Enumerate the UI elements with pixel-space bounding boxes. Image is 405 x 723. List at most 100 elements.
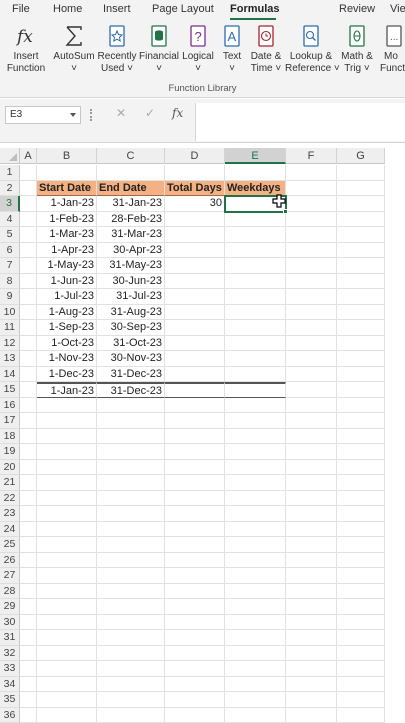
cell-a25[interactable] <box>20 537 37 553</box>
cell-c27[interactable] <box>97 568 165 584</box>
cell-f16[interactable] <box>286 398 337 414</box>
cell-f32[interactable] <box>286 646 337 662</box>
cell-e28[interactable] <box>225 584 286 600</box>
text-button[interactable]: A Text ˅ <box>217 24 247 75</box>
row-header-19[interactable]: 19 <box>0 444 20 460</box>
cell-e27[interactable] <box>225 568 286 584</box>
tab-home[interactable]: Home <box>53 3 82 15</box>
cell-d19[interactable] <box>165 444 225 460</box>
cell-f23[interactable] <box>286 506 337 522</box>
math-trig-button[interactable]: Math & Trig ˅ <box>338 24 376 75</box>
cell-e32[interactable] <box>225 646 286 662</box>
cell-e1[interactable] <box>225 165 286 181</box>
cell-c4[interactable]: 28-Feb-23 <box>97 212 165 228</box>
cell-c22[interactable] <box>97 491 165 507</box>
more-functions-button[interactable]: ... Mo Functio <box>378 24 405 75</box>
row-header-3[interactable]: 3 <box>0 196 20 212</box>
cell-a33[interactable] <box>20 661 37 677</box>
cell-f11[interactable] <box>286 320 337 336</box>
cell-b11[interactable]: 1-Sep-23 <box>37 320 97 336</box>
column-header-c[interactable]: C <box>97 148 165 164</box>
cell-g28[interactable] <box>337 584 385 600</box>
cell-d6[interactable] <box>165 243 225 259</box>
column-header-b[interactable]: B <box>37 148 97 164</box>
cell-c33[interactable] <box>97 661 165 677</box>
cell-d25[interactable] <box>165 537 225 553</box>
cell-f6[interactable] <box>286 243 337 259</box>
row-header-36[interactable]: 36 <box>0 708 20 723</box>
cell-b34[interactable] <box>37 677 97 693</box>
row-header-7[interactable]: 7 <box>0 258 20 274</box>
insert-function-icon[interactable]: fx <box>172 106 183 120</box>
cell-b1[interactable] <box>37 165 97 181</box>
cell-d26[interactable] <box>165 553 225 569</box>
cell-d7[interactable] <box>165 258 225 274</box>
cell-f1[interactable] <box>286 165 337 181</box>
cell-g7[interactable] <box>337 258 385 274</box>
cell-f5[interactable] <box>286 227 337 243</box>
cell-f34[interactable] <box>286 677 337 693</box>
cell-b5[interactable]: 1-Mar-23 <box>37 227 97 243</box>
cell-c3[interactable]: 31-Jan-23 <box>97 196 165 212</box>
row-header-24[interactable]: 24 <box>0 522 20 538</box>
tab-page-layout[interactable]: Page Layout <box>152 3 214 15</box>
cell-b15[interactable]: 1-Jan-23 <box>37 382 97 398</box>
cell-c35[interactable] <box>97 692 165 708</box>
cell-b6[interactable]: 1-Apr-23 <box>37 243 97 259</box>
cell-g12[interactable] <box>337 336 385 352</box>
cell-e4[interactable] <box>225 212 286 228</box>
cell-a8[interactable] <box>20 274 37 290</box>
cell-f20[interactable] <box>286 460 337 476</box>
cell-f26[interactable] <box>286 553 337 569</box>
cell-b27[interactable] <box>37 568 97 584</box>
cell-a12[interactable] <box>20 336 37 352</box>
cell-g35[interactable] <box>337 692 385 708</box>
autosum-button[interactable]: AutoSum ˅ <box>52 24 96 75</box>
cell-f7[interactable] <box>286 258 337 274</box>
row-header-18[interactable]: 18 <box>0 429 20 445</box>
cell-c36[interactable] <box>97 708 165 723</box>
row-header-33[interactable]: 33 <box>0 661 20 677</box>
cell-f14[interactable] <box>286 367 337 383</box>
cell-d5[interactable] <box>165 227 225 243</box>
cell-f30[interactable] <box>286 615 337 631</box>
cell-f2[interactable] <box>286 181 337 197</box>
cell-d34[interactable] <box>165 677 225 693</box>
cell-c19[interactable] <box>97 444 165 460</box>
cell-e14[interactable] <box>225 367 286 383</box>
cell-f36[interactable] <box>286 708 337 723</box>
cell-c24[interactable] <box>97 522 165 538</box>
cell-g15[interactable] <box>337 382 385 398</box>
financial-button[interactable]: Financial ˅ <box>139 24 179 75</box>
cell-g8[interactable] <box>337 274 385 290</box>
row-header-8[interactable]: 8 <box>0 274 20 290</box>
cell-d33[interactable] <box>165 661 225 677</box>
cell-d20[interactable] <box>165 460 225 476</box>
cell-c18[interactable] <box>97 429 165 445</box>
cell-e16[interactable] <box>225 398 286 414</box>
column-header-d[interactable]: D <box>165 148 225 164</box>
cell-a31[interactable] <box>20 630 37 646</box>
cell-e24[interactable] <box>225 522 286 538</box>
cell-d27[interactable] <box>165 568 225 584</box>
cell-c1[interactable] <box>97 165 165 181</box>
tab-review[interactable]: Review <box>339 3 375 15</box>
cell-c16[interactable] <box>97 398 165 414</box>
cell-c8[interactable]: 30-Jun-23 <box>97 274 165 290</box>
cell-f27[interactable] <box>286 568 337 584</box>
tab-formulas[interactable]: Formulas <box>230 3 280 15</box>
cell-b2[interactable]: Start Date <box>37 181 97 197</box>
cell-g3[interactable] <box>337 196 385 212</box>
cell-a32[interactable] <box>20 646 37 662</box>
cell-f13[interactable] <box>286 351 337 367</box>
cell-b9[interactable]: 1-Jul-23 <box>37 289 97 305</box>
cell-b23[interactable] <box>37 506 97 522</box>
cell-b28[interactable] <box>37 584 97 600</box>
cell-d10[interactable] <box>165 305 225 321</box>
cell-a2[interactable] <box>20 181 37 197</box>
cell-d11[interactable] <box>165 320 225 336</box>
cell-d35[interactable] <box>165 692 225 708</box>
cell-c29[interactable] <box>97 599 165 615</box>
cell-g31[interactable] <box>337 630 385 646</box>
cell-e34[interactable] <box>225 677 286 693</box>
